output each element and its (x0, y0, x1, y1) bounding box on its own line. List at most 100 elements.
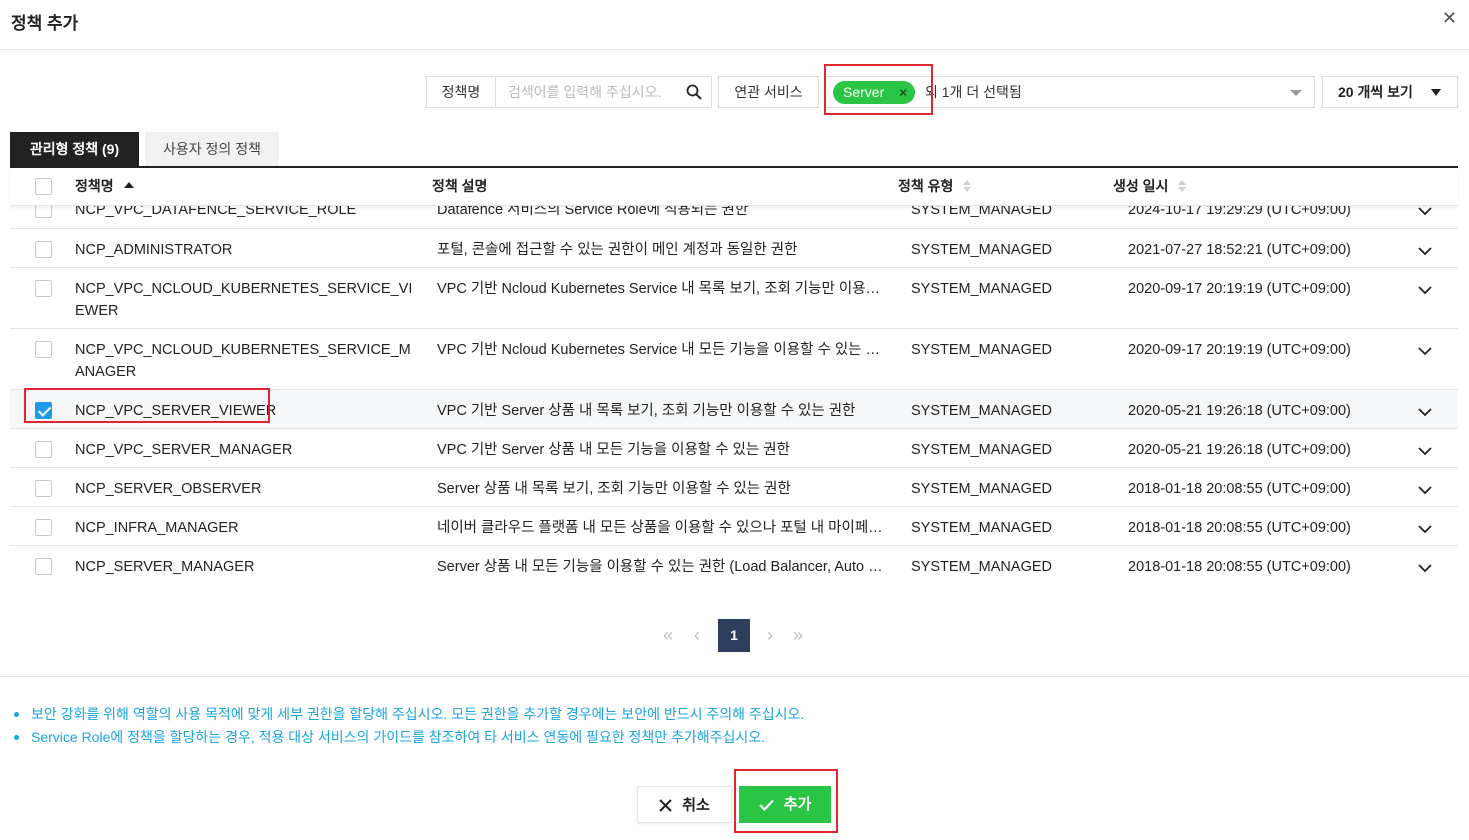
next-page-icon[interactable]: › (760, 619, 780, 652)
last-page-icon[interactable]: » (788, 619, 808, 652)
chevron-down-icon[interactable] (1418, 246, 1432, 256)
prev-page-icon[interactable]: ‹ (687, 619, 707, 652)
policy-name: NCP_SERVER_OBSERVER (75, 481, 262, 497)
notice-item: Service Role에 정책을 할당하는 경우, 적용 대상 서비스의 가이… (14, 726, 804, 749)
notice-item: 보안 강화를 위해 역할의 사용 목적에 맞게 세부 권한을 할당해 주십시오.… (14, 703, 804, 726)
chevron-down-icon[interactable] (1418, 485, 1432, 495)
service-chip-server[interactable]: Server × (833, 81, 915, 104)
policy-created-date: 2024-10-17 19:29:29 (UTC+09:00) (1128, 206, 1351, 218)
policy-type: SYSTEM_MANAGED (911, 520, 1052, 536)
cancel-button[interactable]: 취소 (637, 786, 732, 823)
table-row[interactable]: NCP_VPC_NCLOUD_KUBERNETES_SERVICE_VIEWER… (10, 268, 1458, 329)
chevron-down-icon[interactable] (1418, 446, 1432, 456)
notice-divider (0, 676, 1469, 677)
policy-name: NCP_VPC_DATAFENCE_SERVICE_ROLE (75, 206, 357, 218)
header-type-label: 정책 유형 (898, 178, 954, 194)
header-date-label: 생성 일시 (1113, 178, 1169, 194)
table-header: 정책명 정책 설명 정책 유형 생성 일시 (10, 168, 1458, 206)
policy-desc: VPC 기반 Ncloud Kubernetes Service 내 목록 보기… (437, 281, 887, 297)
policy-desc: Server 상품 내 목록 보기, 조회 기능만 이용할 수 있는 권한 (437, 481, 791, 497)
policy-desc: VPC 기반 Server 상품 내 목록 보기, 조회 기능만 이용할 수 있… (437, 403, 856, 419)
policy-type: SYSTEM_MANAGED (911, 403, 1052, 419)
chevron-down-icon[interactable] (1418, 285, 1432, 295)
table-row[interactable]: NCP_SERVER_MANAGER Server 상품 내 모든 기능을 이용할… (10, 546, 1458, 582)
search-input[interactable] (496, 77, 671, 107)
header-created-date[interactable]: 생성 일시 (1113, 168, 1188, 204)
policy-desc: 포털, 콘솔에 접근할 수 있는 권한이 메인 계정과 동일한 권한 (437, 242, 798, 258)
row-checkbox[interactable] (35, 441, 52, 458)
header-policy-name[interactable]: 정책명 (75, 168, 134, 204)
table-rows: NCP_VPC_DATAFENCE_SERVICE_ROLE Datafence … (10, 206, 1458, 582)
policy-type: SYSTEM_MANAGED (911, 342, 1052, 358)
policy-created-date: 2018-01-18 20:08:55 (UTC+09:00) (1128, 520, 1351, 536)
select-all-checkbox[interactable] (35, 178, 52, 195)
policy-name: NCP_VPC_SERVER_MANAGER (75, 442, 293, 458)
row-checkbox[interactable] (35, 241, 52, 258)
policy-type: SYSTEM_MANAGED (911, 442, 1052, 458)
policy-created-date: 2018-01-18 20:08:55 (UTC+09:00) (1128, 559, 1351, 575)
table-row[interactable]: NCP_VPC_NCLOUD_KUBERNETES_SERVICE_MANAGE… (10, 329, 1458, 390)
page-size-label: 20 개씩 보기 (1338, 84, 1413, 100)
row-checkbox[interactable] (35, 558, 52, 575)
header-policy-type[interactable]: 정책 유형 (898, 168, 973, 204)
first-page-icon[interactable]: « (658, 619, 678, 652)
row-checkbox[interactable] (35, 519, 52, 536)
policy-desc: Datafence 서비스의 Service Role에 적용되는 권한 (437, 206, 749, 218)
policy-created-date: 2020-05-21 19:26:18 (UTC+09:00) (1128, 403, 1351, 419)
header-policy-desc: 정책 설명 (432, 178, 488, 194)
table-row[interactable]: NCP_ADMINISTRATOR 포털, 콘솔에 접근할 수 있는 권한이 메인… (10, 229, 1458, 268)
page-size-select[interactable]: 20 개씩 보기 (1322, 76, 1458, 108)
policy-name: NCP_VPC_SERVER_VIEWER (75, 403, 277, 419)
policy-desc: 네이버 클라우드 플랫폼 내 모든 상품을 이용할 수 있으나 포털 내 마이페… (437, 520, 887, 536)
check-icon (758, 799, 774, 812)
notice-list: 보안 강화를 위해 역할의 사용 목적에 맞게 세부 권한을 할당해 주십시오.… (14, 703, 804, 749)
policy-desc: VPC 기반 Ncloud Kubernetes Service 내 모든 기능… (437, 342, 887, 358)
policy-created-date: 2018-01-18 20:08:55 (UTC+09:00) (1128, 481, 1351, 497)
policy-type: SYSTEM_MANAGED (911, 481, 1052, 497)
chevron-down-icon[interactable] (1418, 346, 1432, 356)
table-body[interactable]: NCP_VPC_DATAFENCE_SERVICE_ROLE Datafence … (10, 206, 1458, 582)
table-row[interactable]: NCP_SERVER_OBSERVER Server 상품 내 목록 보기, 조회… (10, 468, 1458, 507)
tab-custom-policy[interactable]: 사용자 정의 정책 (145, 132, 279, 166)
dialog-title: 정책 추가 (11, 14, 79, 33)
related-service-select[interactable]: Server × 외 1개 더 선택됨 (825, 76, 1315, 108)
search-icon[interactable] (686, 84, 702, 100)
page-number-current[interactable]: 1 (718, 619, 750, 652)
search-field-label: 정책명 (426, 76, 496, 108)
row-checkbox[interactable] (35, 341, 52, 358)
sort-icon (1178, 180, 1188, 192)
dialog-header: 정책 추가 ✕ (0, 0, 1469, 50)
policy-created-date: 2021-07-27 18:52:21 (UTC+09:00) (1128, 242, 1351, 258)
table-row[interactable]: NCP_VPC_DATAFENCE_SERVICE_ROLE Datafence … (10, 206, 1458, 229)
row-checkbox[interactable] (35, 206, 52, 218)
cancel-label: 취소 (682, 797, 710, 814)
pagination: « ‹ 1 › » (0, 619, 1469, 652)
search-box[interactable] (495, 76, 712, 108)
caret-down-icon (1431, 89, 1441, 96)
chevron-down-icon[interactable] (1418, 407, 1432, 417)
table-row[interactable]: NCP_VPC_SERVER_VIEWER VPC 기반 Server 상품 내 … (10, 390, 1458, 429)
row-checkbox[interactable] (35, 280, 52, 297)
tab-managed-policy[interactable]: 관리형 정책 (9) (10, 132, 139, 166)
chevron-down-icon[interactable] (1418, 563, 1432, 573)
policy-name: NCP_ADMINISTRATOR (75, 242, 233, 258)
row-checkbox[interactable] (35, 480, 52, 497)
policy-desc: Server 상품 내 모든 기능을 이용할 수 있는 권한 (Load Bal… (437, 559, 887, 575)
chevron-down-icon[interactable] (1418, 206, 1432, 216)
table-row[interactable]: NCP_VPC_SERVER_MANAGER VPC 기반 Server 상품 내… (10, 429, 1458, 468)
header-name-label: 정책명 (75, 178, 114, 194)
chevron-down-icon[interactable] (1418, 524, 1432, 534)
service-chip-label: Server (843, 84, 885, 100)
chip-remove-icon[interactable]: × (899, 81, 907, 104)
policy-created-date: 2020-09-17 20:19:19 (UTC+09:00) (1128, 342, 1351, 358)
policy-name: NCP_INFRA_MANAGER (75, 520, 239, 536)
dropdown-arrow-icon[interactable] (1290, 90, 1302, 96)
filter-bar: 정책명 연관 서비스 Server × 외 1개 더 선택됨 20 개씩 보기 (0, 76, 1469, 108)
policy-name: NCP_SERVER_MANAGER (75, 559, 255, 575)
policy-created-date: 2020-09-17 20:19:19 (UTC+09:00) (1128, 281, 1351, 297)
table-row[interactable]: NCP_INFRA_MANAGER 네이버 클라우드 플랫폼 내 모든 상품을 이… (10, 507, 1458, 546)
row-checkbox[interactable] (35, 402, 52, 419)
add-button[interactable]: 추가 (739, 786, 831, 823)
related-service-label: 연관 서비스 (718, 76, 819, 108)
close-icon[interactable]: ✕ (1442, 8, 1457, 29)
